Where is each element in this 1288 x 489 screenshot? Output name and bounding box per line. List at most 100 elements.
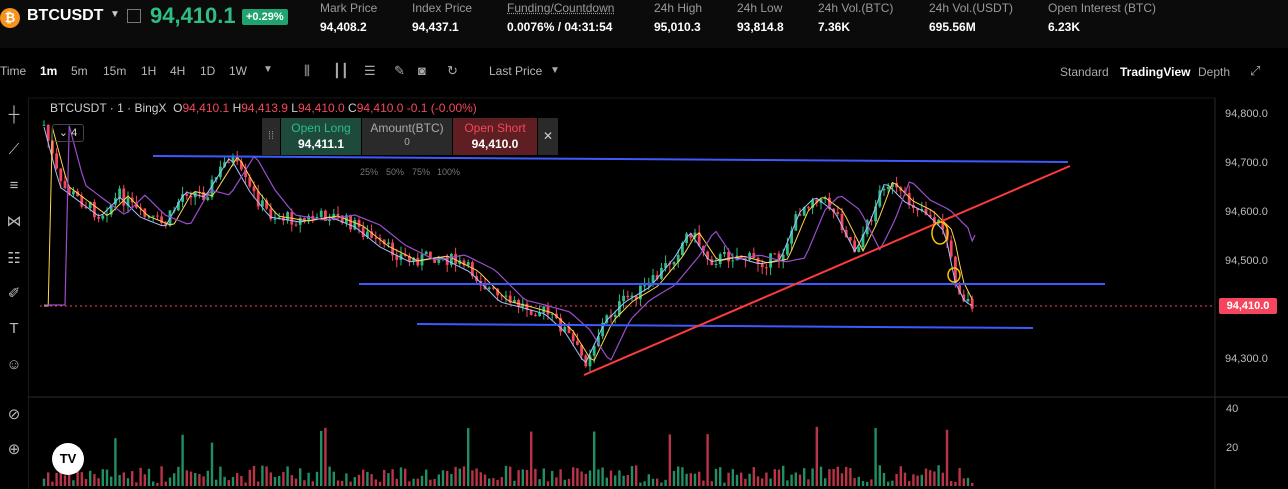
volume-bar	[399, 467, 403, 486]
volume-bar	[635, 465, 638, 486]
candle-body	[416, 257, 420, 266]
percent-75[interactable]: 75%	[412, 167, 430, 177]
candle-body	[55, 153, 58, 169]
volume-bar	[80, 472, 83, 486]
candle-body	[487, 287, 491, 290]
volume-bar	[273, 476, 277, 486]
volume-bar	[345, 473, 348, 486]
volume-bar	[189, 471, 193, 486]
close-label: C	[348, 101, 357, 115]
candle-body	[206, 197, 210, 201]
volume-bar	[420, 475, 424, 486]
volume-bar	[824, 478, 827, 486]
volume-bar	[509, 466, 512, 486]
volume-bar	[786, 480, 789, 486]
volume-bar	[294, 478, 298, 486]
percent-100[interactable]: 100%	[437, 167, 460, 177]
open-short-button[interactable]: Open Short 94,410.0	[453, 118, 537, 155]
tradingview-logo[interactable]: TV	[52, 443, 84, 475]
volume-bar	[47, 472, 50, 486]
drag-handle-icon[interactable]: ⁞⁞	[262, 118, 280, 155]
volume-bar	[723, 482, 726, 486]
volume-bar	[954, 481, 957, 486]
open-long-button[interactable]: Open Long 94,411.1	[281, 118, 361, 155]
volume-bar	[530, 431, 533, 486]
chevron-down-icon: ⌄	[58, 127, 69, 139]
volume-bar	[916, 475, 919, 486]
volume-bar	[912, 474, 915, 486]
volume-bar	[908, 481, 911, 486]
volume-bar	[278, 475, 281, 486]
volume-bar	[307, 472, 310, 486]
volume-bar	[765, 472, 768, 486]
volume-bar	[412, 478, 415, 486]
volume-bar	[706, 434, 709, 486]
candle-body	[328, 219, 331, 222]
volume-bar	[966, 477, 970, 486]
candle-body	[273, 218, 277, 220]
volume-bar	[664, 479, 667, 486]
percent-50[interactable]: 50%	[386, 167, 404, 177]
candle-body	[807, 207, 810, 209]
volume-bar	[55, 472, 58, 486]
candle-body	[42, 124, 46, 126]
volume-bar	[668, 434, 671, 486]
volume-bar	[643, 481, 646, 486]
close-icon[interactable]: ✕	[538, 118, 558, 155]
volume-bar	[240, 475, 243, 486]
volume-bar	[84, 478, 88, 486]
price-tick: 94,500.0	[1225, 255, 1268, 267]
candle-body	[613, 314, 617, 317]
candle-body	[836, 212, 840, 214]
volume-bar	[525, 469, 529, 486]
volume-bar	[559, 469, 562, 486]
amount-field[interactable]: Amount(BTC) 0	[362, 118, 452, 155]
candle-body	[966, 298, 970, 302]
volume-bar	[630, 466, 634, 486]
volume-bar	[609, 470, 613, 486]
candle-body	[349, 215, 352, 230]
volume-bar	[882, 472, 886, 486]
volume-bar	[719, 467, 722, 486]
volume-bar	[462, 466, 466, 486]
resistance-line	[152, 155, 1069, 163]
volume-bar	[89, 470, 92, 486]
volume-bar	[366, 471, 369, 486]
volume-bar	[286, 466, 289, 486]
volume-bar	[794, 472, 797, 486]
volume-bar	[563, 479, 566, 486]
amount-value: 0	[404, 137, 410, 148]
volume-bar	[349, 481, 352, 486]
candle-body	[643, 285, 646, 287]
volume-bar	[374, 479, 377, 486]
candle-body	[731, 260, 735, 262]
volume-bar	[861, 481, 865, 486]
volume-bar	[282, 472, 285, 486]
candle-body	[156, 215, 159, 217]
volume-bar	[693, 473, 697, 486]
volume-bar	[971, 482, 974, 486]
volume-bar	[857, 476, 860, 486]
indicators-toggle[interactable]: ⌄ 4	[52, 124, 84, 142]
support-line-lower	[416, 323, 1034, 329]
volume-bar	[42, 478, 46, 486]
candle-body	[80, 196, 84, 207]
candle-body	[387, 242, 390, 245]
candle-body	[101, 215, 105, 219]
percent-25[interactable]: 25%	[360, 167, 378, 177]
candle-body	[59, 168, 63, 182]
candle-body	[672, 262, 676, 265]
volume-bar	[353, 477, 356, 486]
candle-body	[765, 267, 768, 269]
volume-bar	[840, 473, 844, 486]
volume-bar	[807, 479, 810, 486]
volume-bar	[416, 478, 419, 486]
price-chart[interactable]	[0, 0, 1288, 489]
volume-bar	[404, 468, 407, 486]
price-tick: 94,800.0	[1225, 108, 1268, 120]
volume-bar	[126, 478, 130, 486]
volume-bar	[656, 478, 659, 486]
volume-bar	[929, 470, 932, 486]
volume-bar	[261, 465, 264, 486]
chart-legend: BTCUSDT · 1 · BingX O94,410.1 H94,413.9 …	[50, 101, 477, 115]
